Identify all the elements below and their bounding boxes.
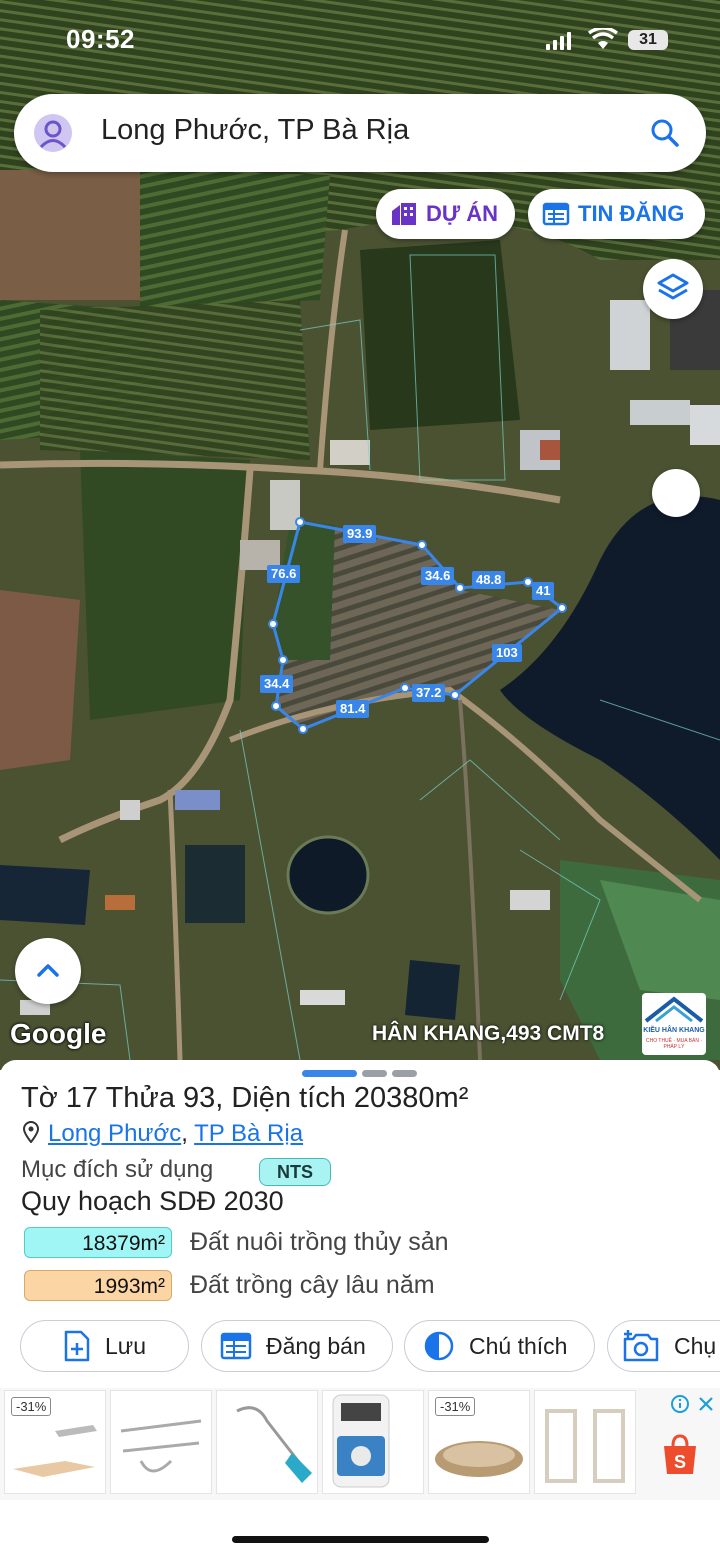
sheet-page-indicator[interactable]: [392, 1070, 417, 1077]
plan-area-badge: 18379m²: [24, 1227, 172, 1258]
ad-product[interactable]: [216, 1390, 318, 1494]
logo-subtitle: CHO THUÊ · MUA BÁN · PHÁP LÝ: [645, 1038, 703, 1050]
rack-product-icon: [545, 1409, 625, 1483]
hook-product-icon: [120, 1419, 202, 1473]
plan-title: Quy hoạch SDĐ 2030: [21, 1186, 284, 1216]
plan-area-label: Đất nuôi trồng thủy sản: [190, 1228, 449, 1256]
legend-label: Chú thích: [469, 1332, 568, 1359]
wifi-icon: [588, 28, 618, 49]
logo-title: KIỀU HÂN KHANG: [643, 1027, 705, 1034]
sheet-page-indicator[interactable]: [362, 1070, 387, 1077]
ad-close-icon[interactable]: [696, 1394, 716, 1414]
avatar[interactable]: [34, 114, 72, 152]
plan-area-badge: 1993m²: [24, 1270, 172, 1301]
timer-socket-product-icon: [332, 1394, 390, 1488]
brush-product-icon: [236, 1406, 312, 1483]
discount-badge: -31%: [435, 1397, 476, 1416]
save-button[interactable]: Lưu: [20, 1320, 189, 1372]
brand-logo: KIỀU HÂN KHANG CHO THUÊ · MUA BÁN · PHÁP…: [642, 993, 706, 1055]
ward-link[interactable]: Long Phước: [48, 1120, 181, 1147]
layers-icon: [657, 273, 689, 300]
discount-badge: -31%: [11, 1397, 52, 1416]
search-input[interactable]: Long Phước, TP Bà Rịa: [101, 114, 409, 147]
tin-dang-label: TIN ĐĂNG: [578, 201, 685, 226]
parcel-title: Tờ 17 Thửa 93, Diện tích 20380m²: [21, 1082, 469, 1114]
listing-icon: [542, 202, 570, 226]
house-logo-icon: [644, 996, 704, 1023]
building-icon: [392, 203, 416, 225]
parcel-length-label: 34.4: [260, 675, 294, 693]
listing-icon: [220, 1332, 252, 1360]
search-bar[interactable]: Long Phước, TP Bà Rịa: [14, 94, 706, 172]
capture-button[interactable]: Chụ: [607, 1320, 720, 1372]
shopee-bag-icon: S: [664, 1434, 696, 1474]
capture-label: Chụ: [674, 1332, 717, 1359]
location-button[interactable]: [652, 469, 700, 517]
contrast-icon: [424, 1331, 454, 1361]
parcel-length-label: 48.8: [472, 571, 506, 589]
camera-icon: [623, 1330, 659, 1362]
expand-button[interactable]: [15, 938, 81, 1004]
status-bar: 09:52 31: [0, 0, 720, 80]
layers-button[interactable]: [643, 259, 703, 319]
ad-product[interactable]: -31%: [428, 1390, 530, 1494]
plan-area-label: Đất trồng cây lâu năm: [190, 1271, 435, 1299]
parcel-length-label: 41: [532, 582, 555, 600]
battery-indicator: 31: [628, 30, 668, 50]
tin-dang-button[interactable]: TIN ĐĂNG: [528, 189, 705, 239]
ad-banner[interactable]: -31% -31% S: [0, 1388, 720, 1500]
du-an-button[interactable]: DỰ ÁN: [376, 189, 515, 239]
legend-button[interactable]: Chú thích: [404, 1320, 595, 1372]
watermark-text: HÂN KHANG,493 CMT8: [372, 1022, 605, 1045]
parcel-length-label: 76.6: [267, 565, 301, 583]
post-for-sale-button[interactable]: Đăng bán: [201, 1320, 393, 1372]
parcel-length-label: 93.9: [343, 525, 377, 543]
purpose-label: Mục đích sử dụng: [21, 1156, 214, 1183]
parcel-location: Long Phước, TP Bà Rịa: [22, 1120, 303, 1148]
add-document-icon: [64, 1330, 90, 1362]
parcel-length-label: 103: [492, 644, 522, 662]
parcel-length-label: 37.2: [412, 684, 446, 702]
sheet-page-indicator[interactable]: [302, 1070, 357, 1077]
parcel-length-label: 81.4: [336, 700, 370, 718]
ad-product[interactable]: [322, 1390, 424, 1494]
ad-product[interactable]: -31%: [4, 1390, 106, 1494]
purpose-badge: NTS: [259, 1158, 331, 1186]
parcel-length-label: 34.6: [421, 567, 455, 585]
du-an-label: DỰ ÁN: [426, 201, 499, 226]
home-indicator: [232, 1536, 489, 1543]
save-label: Lưu: [105, 1332, 146, 1359]
google-attribution: Google: [10, 1018, 107, 1049]
city-link[interactable]: TP Bà Rịa: [194, 1120, 303, 1147]
location-pin-icon: [22, 1121, 40, 1144]
post-label: Đăng bán: [266, 1332, 366, 1359]
cellular-signal-icon: [546, 32, 571, 50]
search-icon[interactable]: [650, 118, 680, 148]
svg-text:S: S: [674, 1452, 686, 1472]
status-time: 09:52: [66, 24, 135, 54]
user-icon: [39, 120, 67, 149]
ad-product[interactable]: [110, 1390, 212, 1494]
chevron-up-icon: [37, 964, 59, 977]
ad-product[interactable]: [534, 1390, 636, 1494]
ad-info-icon[interactable]: [670, 1394, 690, 1414]
location-separator: ,: [181, 1120, 188, 1147]
